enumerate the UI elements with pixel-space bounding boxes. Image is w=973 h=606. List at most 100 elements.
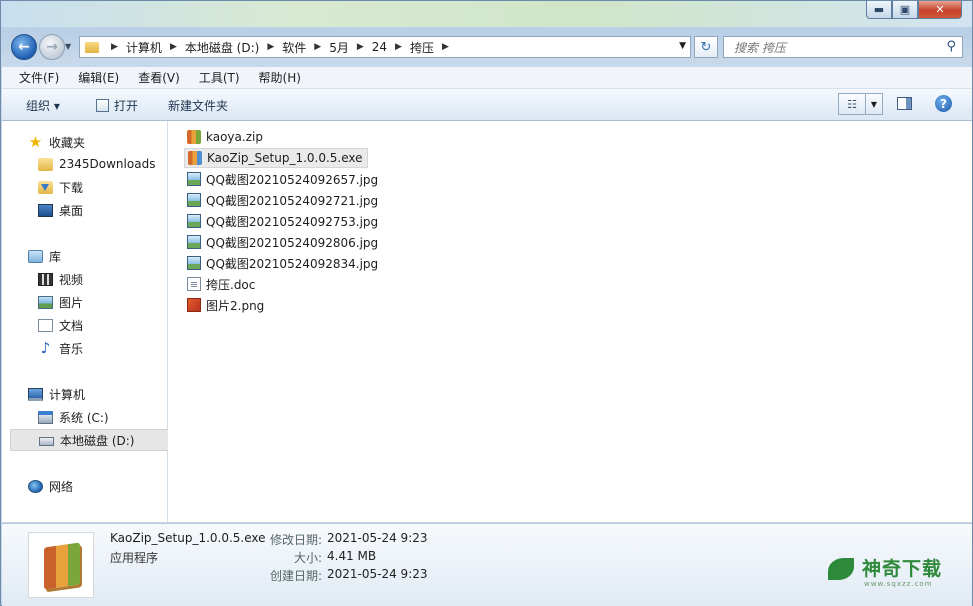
file-name: 图片2.png — [206, 298, 265, 313]
file-item[interactable]: 图片2.png — [184, 295, 268, 315]
file-name: QQ截图20210524092806.jpg — [206, 235, 379, 250]
file-item[interactable]: QQ截图20210524092834.jpg — [184, 253, 382, 273]
breadcrumb-separator-icon[interactable]: ▶ — [442, 42, 449, 52]
breadcrumb-separator-icon[interactable]: ▶ — [314, 42, 321, 52]
nav-label: 计算机 — [49, 387, 86, 402]
jpg-file-icon — [187, 193, 201, 207]
breadcrumb-item[interactable]: 挎压 — [410, 39, 434, 56]
new-folder-button[interactable]: 新建文件夹 — [168, 97, 228, 114]
png-file-icon — [187, 298, 201, 312]
details-pane: KaoZip_Setup_1.0.0.5.exe 应用程序 修改日期: 2021… — [2, 523, 972, 606]
minimize-button[interactable]: ▬ — [866, 1, 892, 19]
nav-label: 网络 — [49, 479, 74, 494]
breadcrumb-separator-icon[interactable]: ▶ — [170, 42, 177, 52]
refresh-icon: ↻ — [700, 39, 712, 55]
document-icon — [38, 318, 53, 332]
menu-item[interactable]: 帮助(H) — [242, 69, 309, 86]
file-name: kaoya.zip — [206, 130, 263, 144]
menu-item[interactable]: 查看(V) — [121, 69, 188, 86]
file-name: QQ截图20210524092834.jpg — [206, 256, 379, 271]
file-list: kaoya.zip KaoZip_Setup_1.0.0.5.exe QQ截图202… — [168, 121, 972, 522]
preview-pane-icon[interactable] — [897, 97, 912, 110]
music-note-icon: ♪ — [40, 338, 51, 357]
jpg-file-icon — [187, 235, 201, 249]
detail-file-name: KaoZip_Setup_1.0.0.5.exe — [110, 531, 266, 545]
explorer-window: ▬ ▣ ✕ ← → ▼ ▶ 计算机 ▶ 本地磁盘 (D:) ▶ 软件 ▶ 5月 ▶ 24 ▶ 挎压 ▶ … — [0, 0, 973, 606]
nav-item-drive-d[interactable]: 本地磁盘 (D:) — [10, 429, 174, 451]
open-label: 打开 — [114, 99, 139, 113]
arrow-right-icon: → — [46, 39, 58, 55]
breadcrumb-separator-icon[interactable]: ▶ — [267, 42, 274, 52]
file-name: 挎压.doc — [206, 277, 256, 292]
view-icon[interactable]: ☷ — [839, 94, 866, 114]
search-icon[interactable]: ⚲ — [946, 39, 956, 54]
breadcrumb-item[interactable]: 本地磁盘 (D:) — [185, 39, 259, 56]
file-item[interactable]: QQ截图20210524092806.jpg — [184, 232, 382, 252]
breadcrumb-item[interactable]: 24 — [372, 40, 387, 54]
breadcrumb-separator-icon[interactable]: ▶ — [357, 42, 364, 52]
detail-modified-value: 2021-05-24 9:23 — [327, 531, 428, 545]
change-view-button[interactable]: ☷ ▼ — [838, 93, 883, 115]
computer-icon — [28, 387, 43, 401]
nav-label: 文档 — [59, 318, 84, 333]
folder-icon — [38, 157, 53, 171]
nav-label: 本地磁盘 (D:) — [60, 433, 135, 448]
file-item[interactable]: kaoya.zip — [184, 127, 267, 147]
breadcrumb-separator-icon[interactable]: ▶ — [111, 42, 118, 52]
open-button[interactable]: 打开 — [96, 97, 138, 114]
navigation-row: ← → ▼ ▶ 计算机 ▶ 本地磁盘 (D:) ▶ 软件 ▶ 5月 ▶ 24 ▶ 挎压 ▶ ▼ ↻ ⚲ — [1, 27, 972, 65]
forward-button[interactable]: → — [39, 34, 65, 60]
menu-item[interactable]: 文件(F) — [2, 69, 67, 86]
organize-button[interactable]: 组织 ▾ — [26, 97, 60, 114]
menu-item[interactable]: 编辑(E) — [61, 69, 127, 86]
folder-icon — [85, 41, 99, 53]
detail-file-type: 应用程序 — [110, 551, 159, 565]
watermark-text: 神奇下载 — [862, 558, 943, 580]
breadcrumb-item[interactable]: 软件 — [282, 39, 306, 56]
back-button[interactable]: ← — [11, 34, 37, 60]
navigation-pane: ★ 收藏夹 2345Downloads 下载 桌面 库 视频 图片 文档 ♪ 音乐 … — [2, 121, 174, 522]
detail-created-value: 2021-05-24 9:23 — [327, 567, 428, 581]
title-bar[interactable]: ▬ ▣ ✕ — [1, 1, 972, 27]
search-box[interactable]: ⚲ — [723, 36, 963, 58]
zip-file-icon — [187, 130, 201, 144]
breadcrumb-item[interactable]: 计算机 — [126, 39, 162, 56]
breadcrumb-separator-icon[interactable]: ▶ — [395, 42, 402, 52]
file-name: QQ截图20210524092721.jpg — [206, 193, 379, 208]
recent-pages-dropdown[interactable]: ▼ — [65, 42, 71, 51]
help-icon[interactable]: ? — [935, 95, 952, 112]
maximize-button[interactable]: ▣ — [892, 1, 918, 19]
address-history-chevron-icon[interactable]: ▼ — [679, 41, 686, 51]
file-item[interactable]: KaoZip_Setup_1.0.0.5.exe — [184, 148, 368, 168]
new-folder-label: 新建文件夹 — [168, 99, 229, 113]
watermark-logo: 神奇下载 www.sqxzz.com — [828, 558, 943, 588]
file-item[interactable]: QQ截图20210524092753.jpg — [184, 211, 382, 231]
open-icon — [96, 99, 109, 112]
address-bar[interactable]: ▶ 计算机 ▶ 本地磁盘 (D:) ▶ 软件 ▶ 5月 ▶ 24 ▶ 挎压 ▶ ▼ — [79, 36, 691, 58]
detail-created-label: 创建日期: — [269, 569, 322, 583]
hard-drive-icon — [39, 437, 54, 446]
exe-file-icon — [188, 151, 202, 165]
nav-label: 视频 — [59, 272, 84, 287]
nav-label: 音乐 — [59, 341, 84, 356]
search-input[interactable] — [732, 38, 936, 58]
close-button[interactable]: ✕ — [918, 1, 962, 19]
organize-label: 组织 ▾ — [26, 99, 60, 113]
breadcrumb: ▶ 计算机 ▶ 本地磁盘 (D:) ▶ 软件 ▶ 5月 ▶ 24 ▶ 挎压 ▶ — [103, 39, 457, 56]
detail-size-value: 4.41 MB — [327, 549, 377, 563]
file-name: QQ截图20210524092657.jpg — [206, 172, 379, 187]
file-item[interactable]: QQ截图20210524092657.jpg — [184, 169, 382, 189]
refresh-button[interactable]: ↻ — [694, 36, 718, 58]
jpg-file-icon — [187, 172, 201, 186]
jpg-file-icon — [187, 256, 201, 270]
file-item[interactable]: QQ截图20210524092721.jpg — [184, 190, 382, 210]
menu-item[interactable]: 工具(T) — [182, 69, 248, 86]
watermark-url: www.sqxzz.com — [864, 580, 933, 588]
library-icon — [28, 249, 43, 263]
breadcrumb-item[interactable]: 5月 — [329, 39, 349, 56]
file-item[interactable]: 挎压.doc — [184, 274, 259, 294]
chevron-down-icon[interactable]: ▼ — [866, 94, 882, 114]
archive-books-icon — [44, 542, 80, 590]
nav-label: 收藏夹 — [49, 135, 86, 150]
doc-file-icon — [187, 277, 201, 291]
